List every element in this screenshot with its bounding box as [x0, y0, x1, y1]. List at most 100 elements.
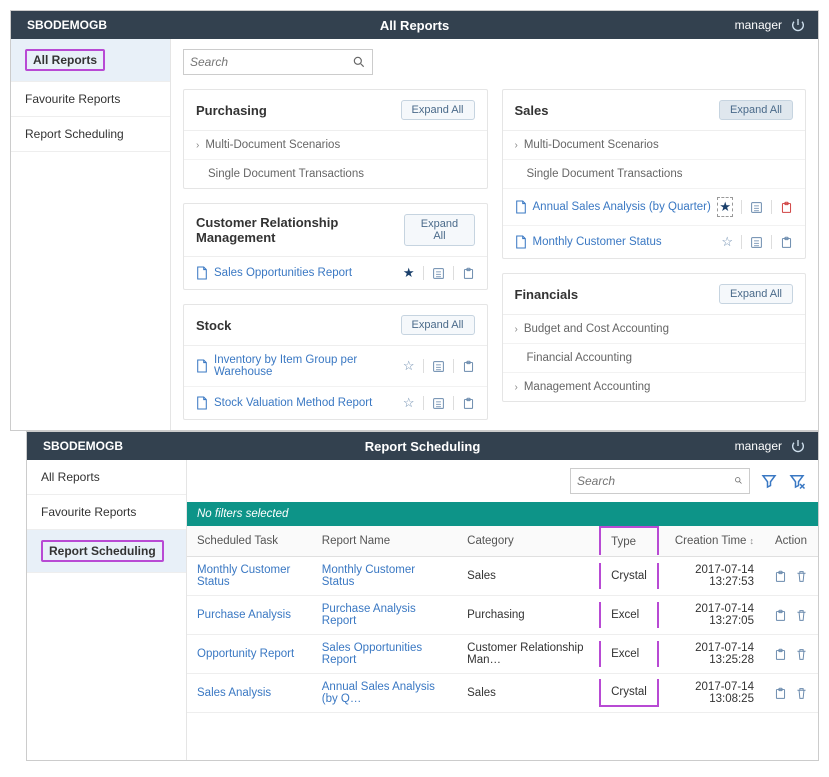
search-input[interactable]	[190, 55, 352, 69]
report-link[interactable]: Sales Opportunities Report	[214, 267, 397, 279]
panel-row[interactable]: Monthly Customer Status ☆	[503, 226, 806, 258]
cell-link[interactable]: Purchase Analysis Report	[312, 596, 457, 635]
cell-text: 2017-07-14 13:27:53	[659, 557, 764, 596]
delete-icon[interactable]	[795, 648, 808, 661]
search-icon[interactable]	[734, 474, 743, 488]
favourite-star-icon[interactable]: ★	[719, 199, 731, 214]
row-actions: ☆	[403, 358, 475, 374]
cell-text: 2017-07-14 13:08:25	[659, 674, 764, 713]
sidebar-item[interactable]: Report Scheduling	[11, 117, 170, 152]
screenshot-report-scheduling: SBODEMOGB Report Scheduling manager All …	[26, 431, 819, 761]
panel-row[interactable]: ›Budget and Cost Accounting	[503, 315, 806, 344]
delete-icon[interactable]	[795, 687, 808, 700]
column-header[interactable]: Type	[599, 526, 659, 557]
sidebar-item[interactable]: Report Scheduling	[27, 530, 186, 573]
panel-row[interactable]: Stock Valuation Method Report ☆	[184, 387, 487, 419]
expand-all-button[interactable]: Expand All	[404, 214, 474, 246]
expand-all-button[interactable]: Expand All	[719, 100, 793, 120]
divider	[423, 266, 424, 280]
report-link[interactable]: Stock Valuation Method Report	[214, 397, 397, 409]
panel-row[interactable]: ›Multi-Document Scenarios	[184, 131, 487, 160]
panel-columns: PurchasingExpand All›Multi-Document Scen…	[183, 89, 806, 420]
cell-link[interactable]: Monthly Customer Status	[187, 557, 312, 596]
favourite-star-icon[interactable]: ☆	[403, 358, 415, 374]
grid-icon[interactable]	[750, 201, 763, 214]
cell-text: Crystal	[599, 557, 659, 596]
report-link[interactable]: Inventory by Item Group per Warehouse	[214, 354, 397, 378]
panel-row[interactable]: ›Management Accounting	[503, 373, 806, 401]
edit-schedule-icon[interactable]	[774, 570, 787, 583]
sidebar-item[interactable]: All Reports	[11, 39, 170, 82]
cell-text: Sales	[457, 674, 599, 713]
favourite-star-icon[interactable]: ☆	[721, 234, 733, 250]
expand-all-button[interactable]: Expand All	[719, 284, 793, 304]
search-icon[interactable]	[352, 55, 366, 69]
schedule-icon[interactable]	[780, 201, 793, 214]
cell-link[interactable]: Sales Analysis	[187, 674, 312, 713]
topbar: SBODEMOGB All Reports manager	[11, 11, 818, 39]
report-panel: StockExpand AllInventory by Item Group p…	[183, 304, 488, 420]
schedule-icon[interactable]	[462, 360, 475, 373]
panel-row[interactable]: ›Multi-Document Scenarios	[503, 131, 806, 160]
panel-header: Sales Expand All	[503, 90, 806, 131]
column-header[interactable]: Report Name	[312, 526, 457, 557]
document-icon	[196, 359, 208, 373]
search-box[interactable]	[570, 468, 750, 494]
panel-title: Sales	[515, 103, 549, 118]
grid-icon[interactable]	[432, 397, 445, 410]
schedule-icon[interactable]	[462, 267, 475, 280]
cell-text: Crystal	[599, 674, 659, 713]
column-header[interactable]: Scheduled Task	[187, 526, 312, 557]
edit-schedule-icon[interactable]	[774, 648, 787, 661]
left-column: PurchasingExpand All›Multi-Document Scen…	[183, 89, 488, 420]
table-row: Sales AnalysisAnnual Sales Analysis (by …	[187, 674, 818, 713]
content: PurchasingExpand All›Multi-Document Scen…	[171, 39, 818, 430]
search-box[interactable]	[183, 49, 373, 75]
sidebar-item[interactable]: Favourite Reports	[27, 495, 186, 530]
expand-all-button[interactable]: Expand All	[401, 100, 475, 120]
report-panel: Customer Relationship ManagementExpand A…	[183, 203, 488, 290]
row-label: Multi-Document Scenarios	[524, 139, 793, 151]
edit-schedule-icon[interactable]	[774, 687, 787, 700]
cell-link[interactable]: Annual Sales Analysis (by Q…	[312, 674, 457, 713]
column-header[interactable]: Creation Time↕	[659, 526, 764, 557]
delete-icon[interactable]	[795, 570, 808, 583]
report-link[interactable]: Monthly Customer Status	[533, 236, 716, 248]
favourite-star-icon[interactable]: ☆	[403, 395, 415, 411]
cell-link[interactable]: Opportunity Report	[187, 635, 312, 674]
grid-icon[interactable]	[432, 360, 445, 373]
clear-filter-icon[interactable]	[788, 472, 806, 490]
toolbar	[187, 460, 818, 502]
power-icon[interactable]	[790, 17, 806, 33]
divider	[771, 200, 772, 214]
sidebar-item[interactable]: All Reports	[27, 460, 186, 495]
panel-row: Single Document Transactions	[184, 160, 487, 188]
column-header[interactable]: Category	[457, 526, 599, 557]
report-link[interactable]: Annual Sales Analysis (by Quarter)	[533, 201, 712, 213]
grid-icon[interactable]	[432, 267, 445, 280]
expand-all-button[interactable]: Expand All	[401, 315, 475, 335]
column-header[interactable]: Action	[764, 526, 818, 557]
panel-row[interactable]: Inventory by Item Group per Warehouse ☆	[184, 346, 487, 387]
sidebar-item[interactable]: Favourite Reports	[11, 82, 170, 117]
sidebar-item-label: Report Scheduling	[41, 540, 164, 562]
cell-link[interactable]: Sales Opportunities Report	[312, 635, 457, 674]
row-actions: ★	[403, 265, 475, 281]
sort-indicator-icon: ↕	[749, 536, 754, 546]
favourite-star-icon[interactable]: ★	[403, 265, 415, 281]
schedule-icon[interactable]	[462, 397, 475, 410]
edit-schedule-icon[interactable]	[774, 609, 787, 622]
filter-icon[interactable]	[760, 472, 778, 490]
right-column: Sales Expand All ›Multi-Document Scenarios…	[502, 89, 807, 420]
schedule-icon[interactable]	[780, 236, 793, 249]
panel-row[interactable]: Sales Opportunities Report ★	[184, 257, 487, 289]
panel-row[interactable]: Annual Sales Analysis (by Quarter) ★	[503, 189, 806, 226]
panel-title: Customer Relationship Management	[196, 215, 404, 245]
delete-icon[interactable]	[795, 609, 808, 622]
search-input[interactable]	[577, 474, 734, 488]
cell-link[interactable]: Purchase Analysis	[187, 596, 312, 635]
power-icon[interactable]	[790, 438, 806, 454]
row-actions: ☆	[721, 234, 793, 250]
cell-link[interactable]: Monthly Customer Status	[312, 557, 457, 596]
grid-icon[interactable]	[750, 236, 763, 249]
